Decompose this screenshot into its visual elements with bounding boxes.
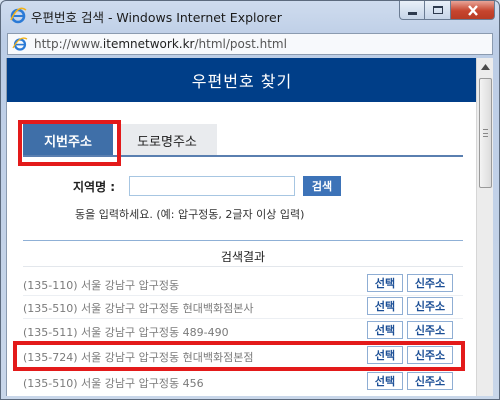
minimize-icon bbox=[407, 11, 417, 15]
address-bar[interactable]: http://www.itemnetwork.kr/html/post.html bbox=[7, 33, 493, 55]
scroll-thumb[interactable] bbox=[479, 78, 492, 188]
maximize-icon bbox=[432, 6, 443, 14]
title-bar[interactable]: 우편번호 검색 - Windows Internet Explorer bbox=[1, 1, 499, 29]
select-button[interactable]: 선택 bbox=[367, 274, 403, 292]
window-title: 우편번호 검색 - Windows Internet Explorer bbox=[31, 10, 282, 25]
row-divider bbox=[23, 318, 463, 319]
url-domain: itemnetwork.kr bbox=[102, 37, 195, 51]
region-input[interactable] bbox=[129, 176, 295, 196]
scroll-up-button[interactable] bbox=[477, 58, 494, 75]
close-icon bbox=[467, 4, 478, 16]
result-address[interactable]: (135-510) 서울 강남구 압구정동 현대백화점본사 bbox=[23, 300, 253, 316]
page-header: 우편번호 찾기 bbox=[7, 58, 476, 102]
help-text: 동을 입력하세요. (예: 압구정동, 2글자 이상 입력) bbox=[75, 208, 305, 221]
new-address-button[interactable]: 신주소 bbox=[407, 321, 453, 339]
list-item: (135-510) 서울 강남구 압구정동 현대백화점본사 선택 신주소 bbox=[23, 297, 463, 319]
page-content: 우편번호 찾기 지번주소 도로명주소 지역명 : 검색 동을 입력하세요. (예… bbox=[6, 58, 476, 396]
results-divider-2 bbox=[23, 266, 463, 267]
list-item: (135-511) 서울 강남구 압구정동 489-490 선택 신주소 bbox=[23, 321, 463, 343]
list-item: (135-510) 서울 강남구 압구정동 456 선택 신주소 bbox=[23, 372, 463, 394]
new-address-button[interactable]: 신주소 bbox=[407, 297, 453, 315]
minimize-button[interactable] bbox=[399, 1, 425, 20]
tab-road-address[interactable]: 도로명주소 bbox=[117, 124, 217, 156]
ie-logo-icon bbox=[10, 7, 27, 24]
scroll-up-icon bbox=[481, 63, 490, 70]
maximize-button[interactable] bbox=[425, 1, 451, 20]
region-search-row: 지역명 : 검색 bbox=[73, 176, 341, 196]
new-address-button[interactable]: 신주소 bbox=[407, 372, 453, 390]
select-button[interactable]: 선택 bbox=[367, 372, 403, 390]
url-path: /html/post.html bbox=[194, 37, 287, 51]
results-divider bbox=[23, 240, 463, 241]
address-url: http://www.itemnetwork.kr/html/post.html bbox=[34, 37, 287, 51]
highlight-box-tab bbox=[18, 120, 121, 166]
result-address[interactable]: (135-110) 서울 강남구 압구정동 bbox=[23, 277, 179, 293]
row-divider bbox=[23, 295, 463, 296]
new-address-button[interactable]: 신주소 bbox=[407, 274, 453, 292]
results-title: 검색결과 bbox=[220, 250, 266, 264]
url-prefix: http://www. bbox=[34, 37, 103, 51]
vertical-scrollbar[interactable] bbox=[476, 58, 493, 396]
page-icon bbox=[12, 37, 28, 51]
list-item: (135-110) 서울 강남구 압구정동 선택 신주소 bbox=[23, 274, 463, 296]
select-button[interactable]: 선택 bbox=[367, 297, 403, 315]
page-title: 우편번호 찾기 bbox=[191, 72, 293, 91]
scroll-grip bbox=[483, 129, 488, 137]
search-button[interactable]: 검색 bbox=[303, 176, 341, 196]
select-button[interactable]: 선택 bbox=[367, 321, 403, 339]
highlight-box-row bbox=[13, 341, 465, 371]
result-address[interactable]: (135-511) 서울 강남구 압구정동 489-490 bbox=[23, 324, 229, 340]
region-label: 지역명 : bbox=[73, 179, 116, 194]
close-button[interactable] bbox=[451, 1, 495, 20]
result-address[interactable]: (135-510) 서울 강남구 압구정동 456 bbox=[23, 375, 204, 391]
